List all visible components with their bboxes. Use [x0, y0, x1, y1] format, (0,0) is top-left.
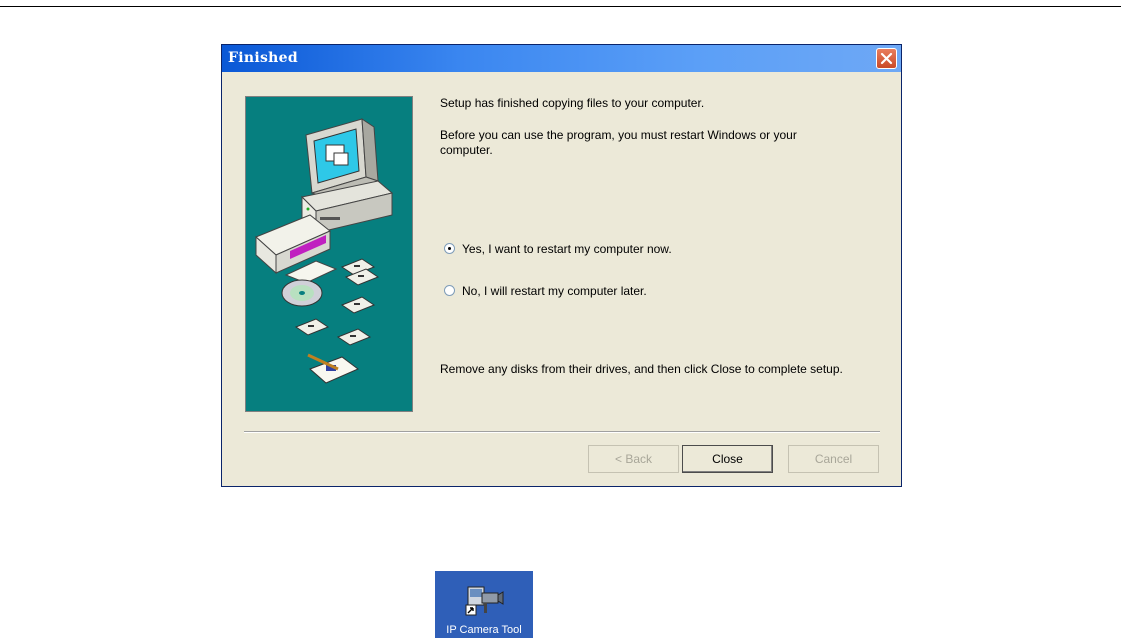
remove-disks-message: Remove any disks from their drives, and …: [440, 362, 843, 376]
top-divider-line: [0, 6, 1121, 7]
setup-illustration: [245, 96, 413, 412]
dialog-title: Finished: [228, 50, 298, 66]
ip-camera-tool-icon: [465, 586, 504, 616]
ip-camera-tool-shortcut[interactable]: IP Camera Tool: [435, 571, 533, 638]
title-bar[interactable]: Finished: [222, 45, 901, 72]
radio-button-selected[interactable]: [444, 243, 455, 254]
back-button[interactable]: < Back: [588, 445, 679, 473]
finished-copying-message: Setup has finished copying files to your…: [440, 96, 705, 110]
cancel-button[interactable]: Cancel: [788, 445, 879, 473]
close-icon: [880, 52, 893, 65]
radio-restart-now-label[interactable]: Yes, I want to restart my computer now.: [462, 242, 672, 256]
close-window-button[interactable]: [876, 48, 897, 69]
computer-icon: [300, 118, 394, 235]
close-button[interactable]: Close: [682, 445, 773, 473]
button-area-divider: [244, 431, 880, 433]
radio-restart-later-label[interactable]: No, I will restart my computer later.: [462, 284, 647, 298]
restart-required-message-line1: Before you can use the program, you must…: [440, 128, 797, 142]
radio-button-unselected[interactable]: [444, 285, 455, 296]
ip-camera-tool-label[interactable]: IP Camera Tool: [435, 624, 533, 636]
setup-finished-dialog: Finished Setup has finished copying file…: [222, 45, 901, 486]
restart-required-message-line2: computer.: [440, 143, 493, 157]
cd-icon: [281, 279, 323, 307]
manual-icon: [307, 353, 359, 384]
